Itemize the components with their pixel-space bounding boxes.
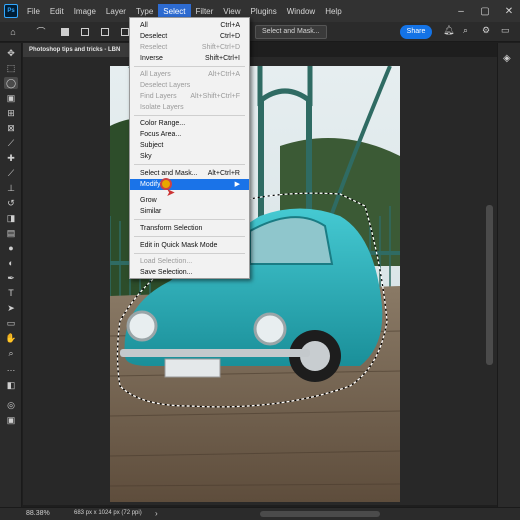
menu-item-similar[interactable]: Similar [130, 206, 249, 217]
type-tool-icon[interactable]: T [4, 287, 18, 299]
menu-item-deselect-layers: Deselect Layers [140, 82, 191, 89]
menu-item-subject[interactable]: Subject [130, 140, 249, 151]
menu-item-sky[interactable]: Sky [130, 151, 249, 162]
menu-separator [134, 219, 245, 220]
menu-plugins[interactable]: Plugins [246, 4, 282, 19]
menu-edit[interactable]: Edit [45, 4, 69, 19]
horizontal-scrollbar[interactable] [260, 511, 380, 517]
object-select-tool-icon[interactable]: ▣ [4, 92, 18, 104]
settings-icon[interactable]: ⚙ [482, 25, 490, 36]
rectangle-tool-icon[interactable]: ▭ [4, 317, 18, 329]
new-selection-icon[interactable] [58, 25, 72, 39]
menu-item-quick-mask[interactable]: Edit in Quick Mask Mode [130, 240, 249, 251]
crop-tool-icon[interactable]: ⊞ [4, 107, 18, 119]
screen-mode-icon[interactable]: ▣ [4, 414, 18, 426]
submenu-arrow-icon: ▶ [234, 181, 240, 188]
select-and-mask-button[interactable]: Select and Mask... [255, 25, 327, 39]
document-info: 683 px x 1024 px (72 ppi) [74, 510, 142, 516]
path-select-tool-icon[interactable]: ➤ [4, 302, 18, 314]
history-brush-icon[interactable]: ↺ [4, 197, 18, 209]
menu-item-inverse[interactable]: Inverse Shift+Ctrl+I [130, 53, 249, 64]
menu-bar: Ps File Edit Image Layer Type Select Fil… [0, 0, 520, 22]
minimize-icon[interactable]: – [454, 6, 468, 17]
marquee-tool-icon[interactable]: ⬚ [4, 62, 18, 74]
menu-layer[interactable]: Layer [101, 4, 131, 19]
home-icon[interactable]: ⌂ [6, 25, 20, 39]
lasso-tool-icon[interactable]: ◯ [4, 77, 18, 89]
menu-item-transform-selection[interactable]: Transform Selection [130, 223, 249, 234]
status-menu-arrow-icon[interactable]: › [155, 509, 158, 518]
status-bar: 88.38% 683 px x 1024 px (72 ppi) › [0, 507, 520, 520]
hand-tool-icon[interactable]: ✋ [4, 332, 18, 344]
menu-item-isolate-layers: Isolate Layers [140, 104, 184, 111]
menu-item-deselect[interactable]: Deselect Ctrl+D [130, 31, 249, 42]
vertical-scrollbar[interactable] [486, 205, 493, 365]
menu-item-modify[interactable]: Modify ▶ [130, 179, 249, 190]
lasso-tool-preset-icon[interactable]: ⌒ [34, 25, 48, 39]
menu-file[interactable]: File [22, 4, 45, 19]
pen-tool-icon[interactable]: ✒ [4, 272, 18, 284]
quick-mask-icon[interactable]: ◎ [4, 399, 18, 411]
window-controls: – ▢ ✕ [454, 0, 516, 22]
add-selection-icon[interactable] [78, 25, 92, 39]
zoom-tool-icon[interactable]: ⌕ [4, 347, 18, 359]
tools-panel: ✥ ⬚ ◯ ▣ ⊞ ⊠ ⟋ ✚ ⟋ ⊥ ↺ ◨ ▤ ● ◐ ✒ T ➤ ▭ ✋ … [0, 43, 22, 508]
options-bar: ⌂ ⌒ Select and Mask... Share 🔔︎ ⌕ ⚙ ▭ [0, 22, 520, 42]
menu-item-all[interactable]: All Ctrl+A [130, 20, 249, 31]
menu-item-reselect: Reselect Shift+Ctrl+D [140, 44, 240, 51]
eyedropper-tool-icon[interactable]: ⟋ [4, 137, 18, 149]
photoshop-logo: Ps [4, 4, 18, 18]
menu-separator [134, 164, 245, 165]
menu-item-all-layers: All Layers Alt+Ctrl+A [140, 71, 240, 78]
menu-item-color-range[interactable]: Color Range... [130, 118, 249, 129]
menu-image[interactable]: Image [69, 4, 101, 19]
menu-separator [134, 115, 245, 116]
menu-item-find-layers: Find Layers Alt+Shift+Ctrl+F [140, 93, 240, 100]
eraser-tool-icon[interactable]: ◨ [4, 212, 18, 224]
search-icon[interactable]: ⌕ [463, 25, 468, 36]
move-tool-icon[interactable]: ✥ [4, 47, 18, 59]
layers-panel-icon[interactable]: ◈ [503, 53, 511, 64]
more-tools-icon[interactable]: … [4, 362, 18, 374]
gradient-tool-icon[interactable]: ▤ [4, 227, 18, 239]
close-icon[interactable]: ✕ [502, 6, 516, 17]
menu-item-select-and-mask[interactable]: Select and Mask... Alt+Ctrl+R [130, 168, 249, 179]
bell-icon[interactable]: 🔔︎ [443, 25, 454, 36]
share-button[interactable]: Share [400, 25, 432, 39]
right-panel: ◈ [497, 43, 520, 508]
brush-tool-icon[interactable]: ⟋ [4, 167, 18, 179]
healing-brush-icon[interactable]: ✚ [4, 152, 18, 164]
document-tab[interactable]: Photoshop tips and tricks - LBN [23, 43, 133, 57]
blur-tool-icon[interactable]: ● [4, 242, 18, 254]
menu-help[interactable]: Help [320, 4, 346, 19]
mouse-cursor-icon: ➤ [166, 187, 176, 199]
menu-item-grow[interactable]: Grow [130, 195, 249, 206]
menu-separator [134, 236, 245, 237]
menu-item-save-selection[interactable]: Save Selection... [130, 267, 249, 278]
maximize-icon[interactable]: ▢ [478, 6, 492, 17]
frame-tool-icon[interactable]: ⊠ [4, 122, 18, 134]
workspace-icon[interactable]: ▭ [501, 25, 510, 36]
menu-separator [134, 66, 245, 67]
clone-stamp-icon[interactable]: ⊥ [4, 182, 18, 194]
select-menu-dropdown: All Ctrl+A Deselect Ctrl+D Reselect Shift+C… [129, 17, 250, 279]
menu-item-load-selection: Load Selection... [140, 258, 193, 265]
menu-separator [134, 253, 245, 254]
zoom-level[interactable]: 88.38% [26, 510, 50, 517]
menu-window[interactable]: Window [282, 4, 320, 19]
color-swatches-icon[interactable]: ◧ [4, 379, 18, 391]
subtract-selection-icon[interactable] [98, 25, 112, 39]
menu-item-focus-area[interactable]: Focus Area... [130, 129, 249, 140]
dodge-tool-icon[interactable]: ◐ [4, 257, 18, 269]
